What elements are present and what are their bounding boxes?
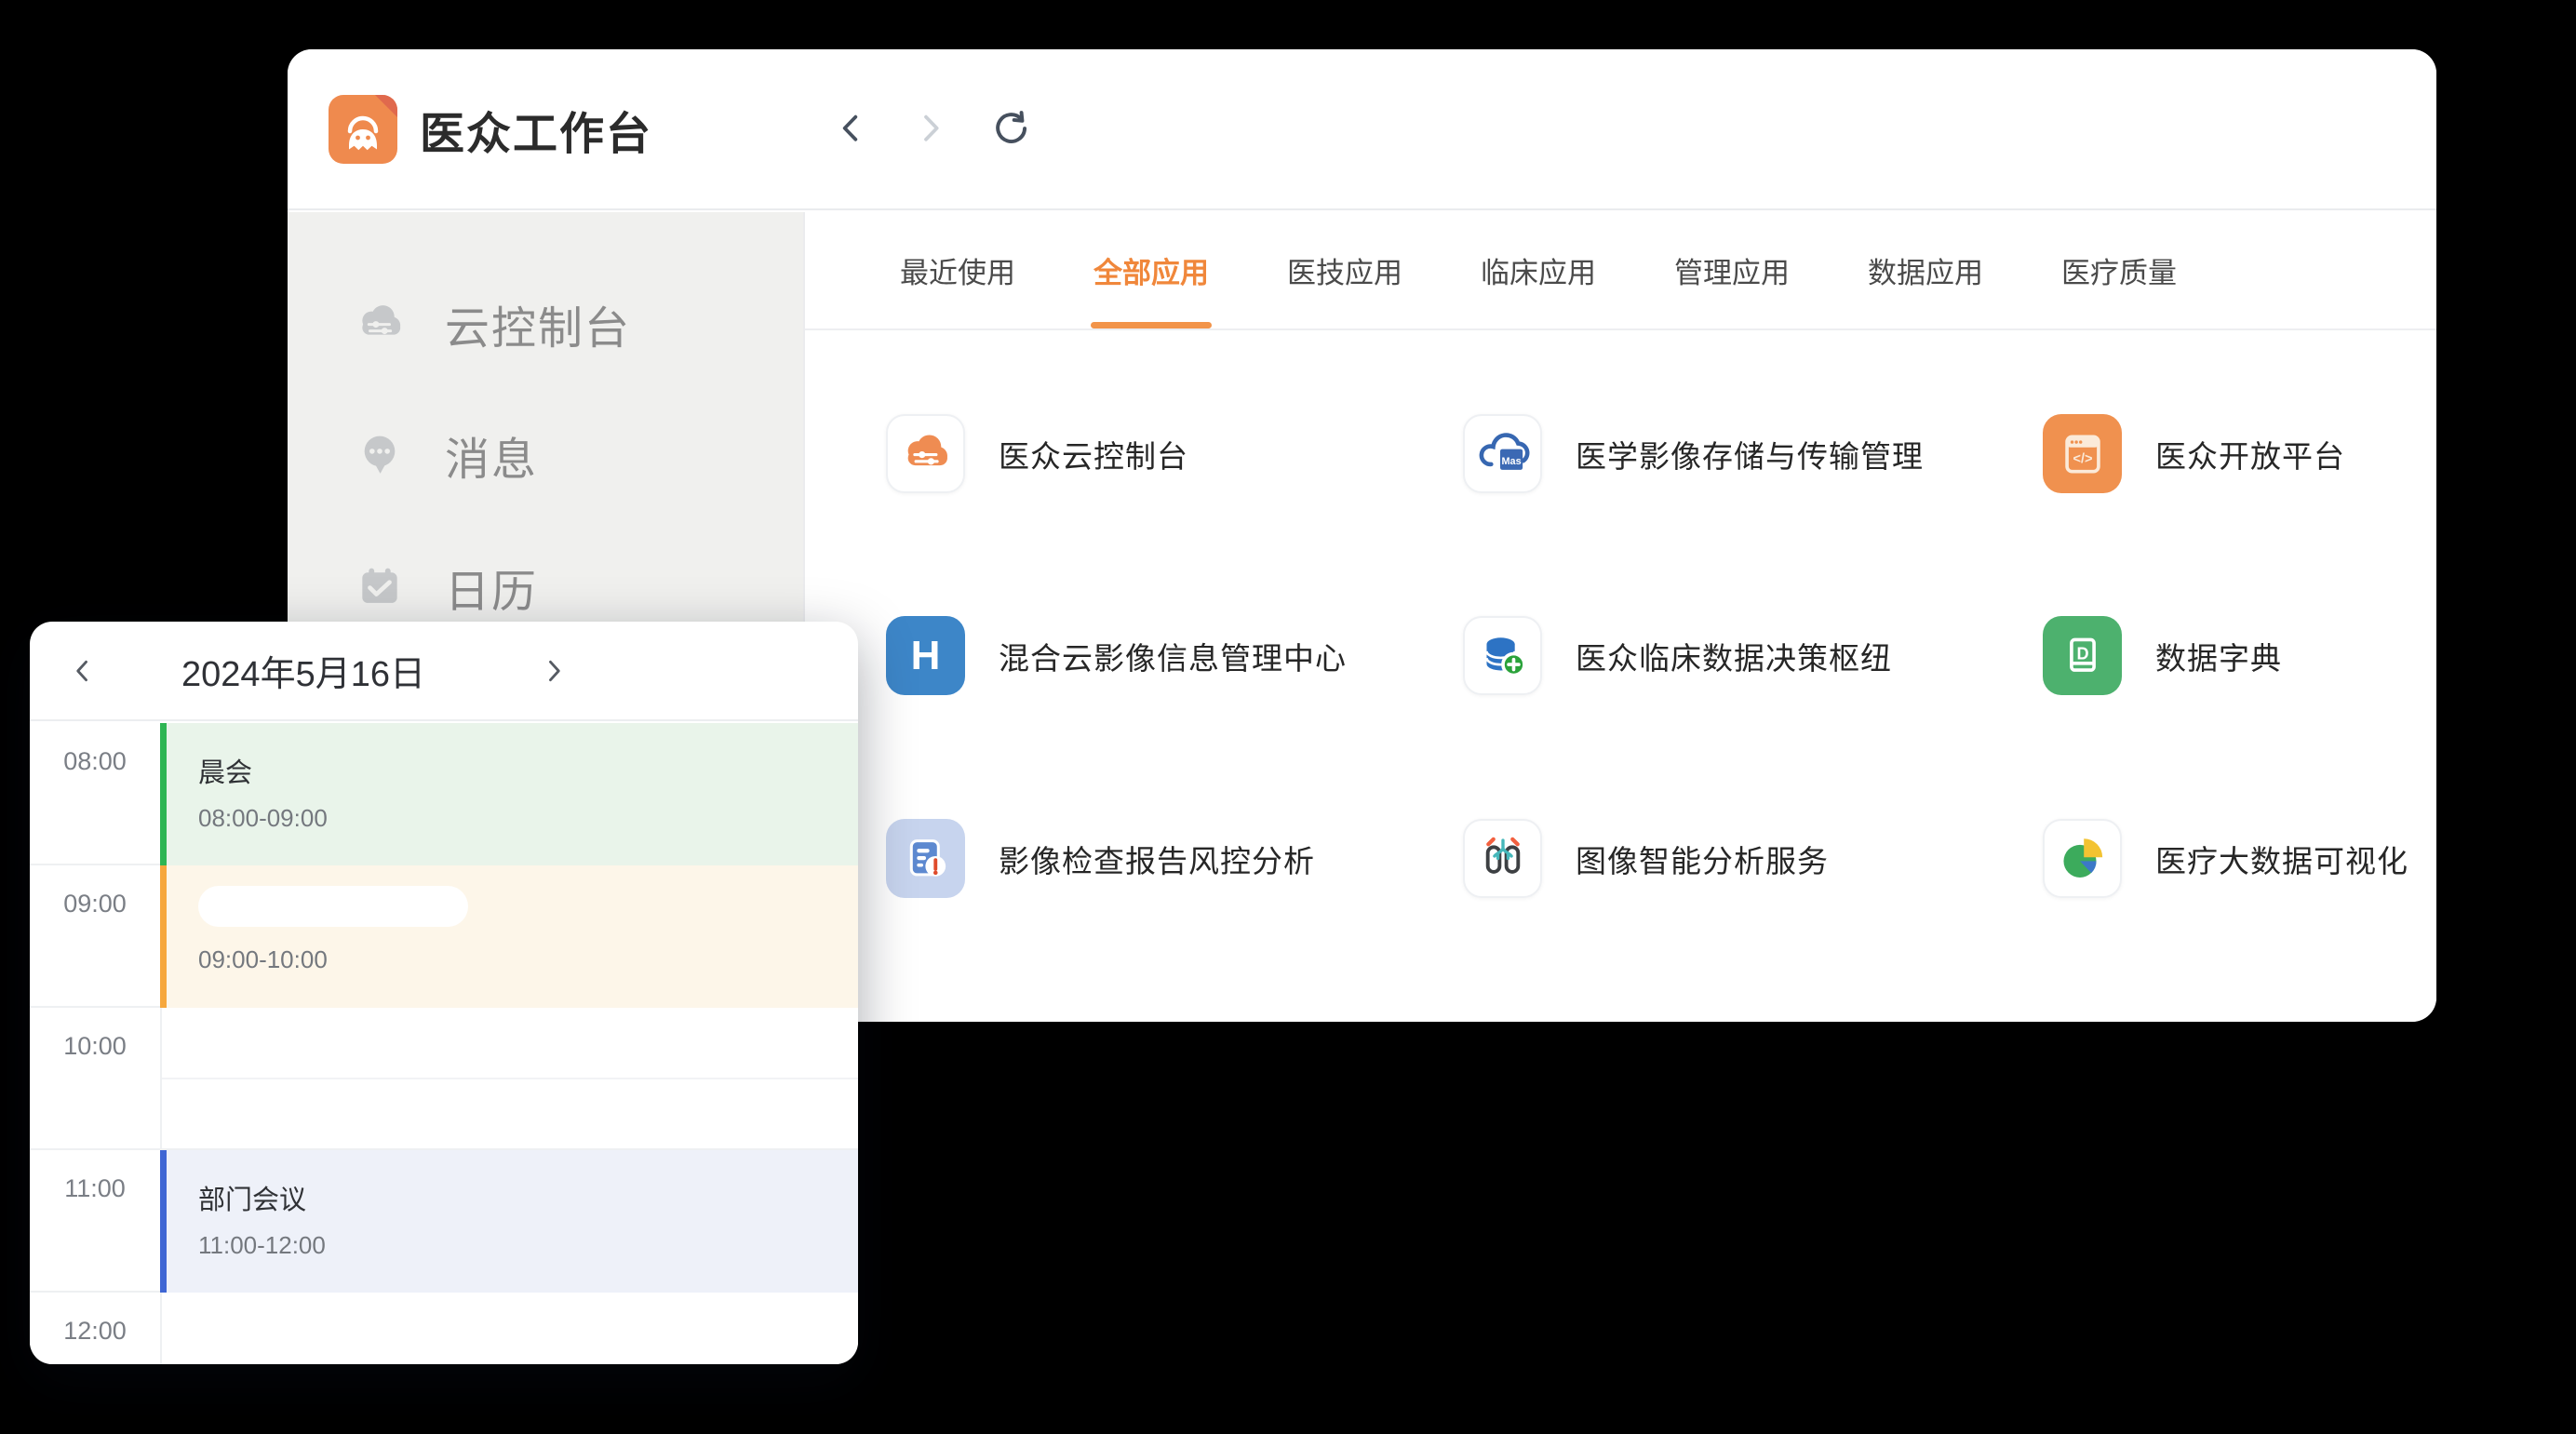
app-grid: 医众云控制台 Mas 医学影像存储与传输管理 [805, 330, 2436, 1022]
cloud-mas-icon: Mas [1476, 427, 1530, 481]
open-platform-icon: </> [2056, 427, 2110, 481]
event-title: 晨会 [198, 751, 858, 790]
app-name: 影像检查报告风控分析 [999, 837, 1315, 881]
chevron-right-icon [540, 657, 568, 685]
app-name: 混合云影像信息管理中心 [999, 634, 1347, 678]
calendar-icon [354, 561, 406, 613]
redacted-event-title [198, 886, 468, 927]
code-glyph: </> [2073, 451, 2092, 466]
app-tile: </> [2043, 414, 2122, 493]
back-button[interactable] [832, 109, 873, 150]
sidebar-item-calendar[interactable]: 日历 [354, 555, 538, 620]
app-tile [1463, 616, 1542, 695]
app-hybrid-cloud-imaging[interactable]: H 混合云影像信息管理中心 [886, 616, 1347, 695]
app-open-platform[interactable]: </> 医众开放平台 [2043, 414, 2345, 493]
refresh-icon [989, 110, 1028, 149]
cloud-settings-icon [354, 298, 406, 350]
app-name: 数据字典 [2155, 634, 2282, 678]
calendar-day-grid: 08:00 09:00 10:00 11:00 12:00 晨会 08:00-0… [30, 723, 858, 1364]
app-name: 医学影像存储与传输管理 [1576, 432, 1924, 476]
report-risk-icon [899, 832, 953, 886]
chevron-left-icon [834, 111, 871, 148]
tab-medical-quality[interactable]: 医疗质量 [2061, 212, 2177, 328]
app-clinical-data-hub[interactable]: 医众临床数据决策枢纽 [1463, 616, 1892, 695]
app-imaging-storage[interactable]: Mas 医学影像存储与传输管理 [1463, 414, 1924, 493]
sidebar-item-label: 日历 [445, 555, 538, 620]
event-title: 部门会议 [198, 1178, 858, 1217]
sidebar-item-cloud-console[interactable]: 云控制台 [354, 291, 631, 356]
mas-badge: Mas [1501, 455, 1521, 466]
app-tile: D [2043, 616, 2122, 695]
time-label: 09:00 [30, 890, 160, 918]
chevron-left-icon [69, 657, 97, 685]
letter-h-icon: H [911, 633, 941, 679]
app-name: 图像智能分析服务 [1576, 837, 1829, 881]
time-label: 11:00 [30, 1174, 160, 1203]
tab-recently-used[interactable]: 最近使用 [900, 212, 1015, 328]
sidebar-item-label: 消息 [445, 422, 538, 488]
dictionary-book-icon: D [2056, 629, 2110, 683]
letter-d-icon: D [2076, 644, 2088, 663]
nav-controls [832, 49, 1029, 208]
screen: 医众工作台 [0, 0, 2576, 1434]
mascot-logo-icon [329, 95, 397, 164]
app-big-data-visualization[interactable]: 医疗大数据可视化 [2043, 819, 2408, 898]
app-name: 医疗大数据可视化 [2155, 837, 2408, 881]
app-tile: H [886, 616, 965, 695]
lungs-icon [1476, 832, 1530, 886]
forward-button[interactable] [910, 109, 951, 150]
app-data-dictionary[interactable]: D 数据字典 [2043, 616, 2282, 695]
tab-medtech-apps[interactable]: 医技应用 [1287, 212, 1402, 328]
refresh-button[interactable] [988, 109, 1029, 150]
event-time: 09:00-10:00 [198, 945, 858, 974]
app-tile [1463, 819, 1542, 898]
app-logo [329, 95, 397, 164]
tab-data-apps[interactable]: 数据应用 [1868, 212, 1983, 328]
calendar-date-label: 2024年5月16日 [136, 645, 471, 696]
pie-chart-icon [2056, 832, 2110, 886]
tab-management-apps[interactable]: 管理应用 [1674, 212, 1790, 328]
page-title: 医众工作台 [420, 97, 652, 162]
time-label: 08:00 [30, 747, 160, 776]
app-name: 医众开放平台 [2155, 432, 2345, 476]
calendar-next-button[interactable] [538, 655, 570, 687]
tab-all-apps[interactable]: 全部应用 [1093, 212, 1209, 328]
event-time: 11:00-12:00 [198, 1231, 858, 1260]
window-header: 医众工作台 [288, 49, 2436, 210]
database-plus-icon [1476, 629, 1530, 683]
time-label: 10:00 [30, 1032, 160, 1061]
app-cloud-console[interactable]: 医众云控制台 [886, 414, 1188, 493]
calendar-prev-button[interactable] [67, 655, 99, 687]
calendar-panel: 2024年5月16日 08:00 09:00 10:00 11:00 12:00… [30, 622, 858, 1364]
sidebar-item-label: 云控制台 [445, 291, 631, 356]
message-icon [354, 429, 406, 481]
app-image-ai-analysis[interactable]: 图像智能分析服务 [1463, 819, 1829, 898]
tab-bar: 最近使用 全部应用 医技应用 临床应用 管理应用 数据应用 医疗质量 [805, 212, 2436, 330]
calendar-event-department-meeting[interactable]: 部门会议 11:00-12:00 [160, 1150, 858, 1293]
time-label: 12:00 [30, 1317, 160, 1346]
app-tile [886, 819, 965, 898]
half-hour-line [162, 1078, 858, 1079]
cloud-sliders-icon [899, 427, 953, 481]
app-tile [2043, 819, 2122, 898]
app-name: 医众云控制台 [999, 432, 1188, 476]
content-area: 最近使用 全部应用 医技应用 临床应用 管理应用 数据应用 医疗质量 [805, 212, 2436, 1022]
app-tile: Mas [1463, 414, 1542, 493]
app-report-risk-analysis[interactable]: 影像检查报告风控分析 [886, 819, 1315, 898]
sidebar-item-messages[interactable]: 消息 [354, 422, 538, 488]
event-time: 08:00-09:00 [198, 804, 858, 833]
calendar-event-redacted[interactable]: 09:00-10:00 [160, 865, 858, 1008]
chevron-right-icon [912, 111, 949, 148]
app-tile [886, 414, 965, 493]
app-name: 医众临床数据决策枢纽 [1576, 634, 1892, 678]
tab-clinical-apps[interactable]: 临床应用 [1481, 212, 1596, 328]
calendar-event-morning-meeting[interactable]: 晨会 08:00-09:00 [160, 723, 858, 865]
calendar-header: 2024年5月16日 [30, 622, 858, 721]
